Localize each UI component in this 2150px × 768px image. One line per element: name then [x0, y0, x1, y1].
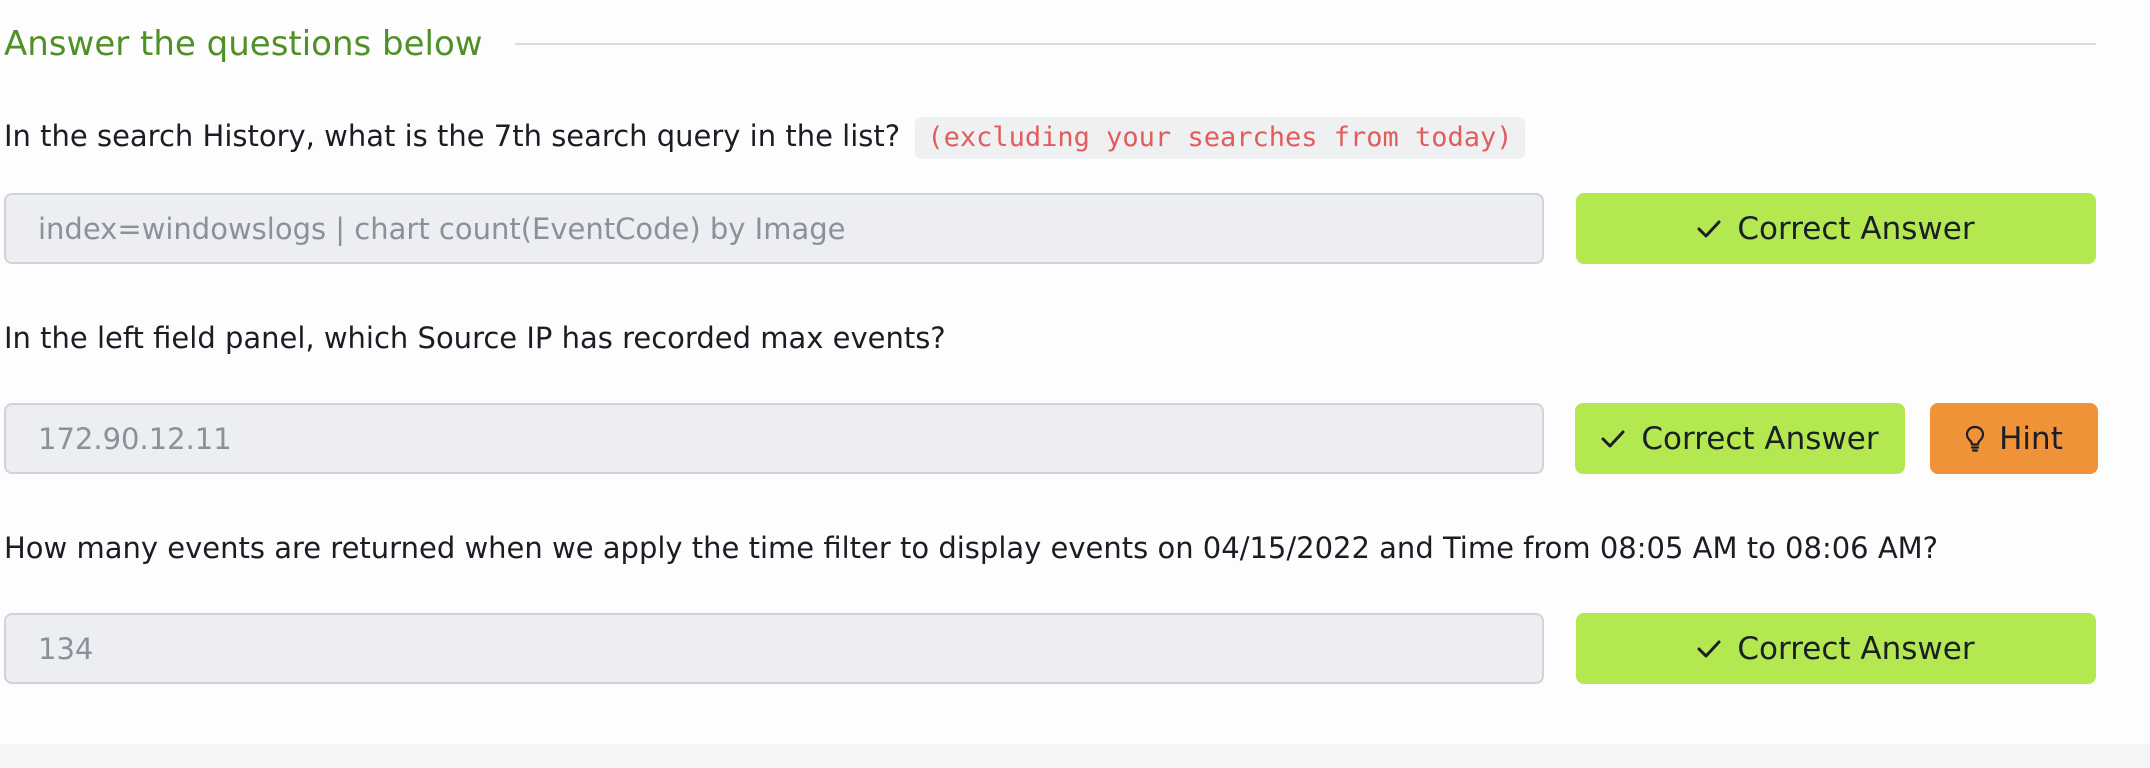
question-3-answer-field[interactable] — [4, 613, 1544, 684]
check-icon — [1697, 639, 1721, 659]
question-2-answer-field[interactable] — [4, 403, 1544, 474]
question-2-hint-button[interactable]: Hint — [1930, 403, 2098, 474]
section-divider — [514, 43, 2096, 45]
question-2-correct-answer-button[interactable]: Correct Answer — [1575, 403, 1905, 474]
question-3-label: How many events are returned when we app… — [4, 531, 1939, 565]
section-title: Answer the questions below — [4, 24, 483, 64]
question-1-code-note: (excluding your searches from today) — [915, 117, 1525, 159]
question-2-text: In the left field panel, which Source IP… — [4, 318, 946, 358]
question-1-correct-answer-label: Correct Answer — [1737, 210, 1975, 247]
section-header: Answer the questions below — [4, 20, 2096, 68]
footer-band — [0, 744, 2150, 768]
question-3-text: How many events are returned when we app… — [4, 528, 1938, 568]
question-1-answer-field[interactable] — [4, 193, 1544, 264]
question-2-correct-answer-label: Correct Answer — [1641, 420, 1879, 457]
lightbulb-icon — [1965, 425, 1985, 453]
question-3-correct-answer-label: Correct Answer — [1737, 630, 1975, 667]
question-1-correct-answer-button[interactable]: Correct Answer — [1576, 193, 2096, 264]
questions-panel: Answer the questions below In the search… — [0, 0, 2150, 768]
question-3-correct-answer-button[interactable]: Correct Answer — [1576, 613, 2096, 684]
check-icon — [1601, 429, 1625, 449]
question-1-label: In the search History, what is the 7th s… — [4, 119, 901, 153]
question-1-text: In the search History, what is the 7th s… — [4, 116, 1525, 159]
question-2-label: In the left field panel, which Source IP… — [4, 321, 946, 355]
question-2-hint-label: Hint — [1999, 420, 2063, 457]
check-icon — [1697, 219, 1721, 239]
